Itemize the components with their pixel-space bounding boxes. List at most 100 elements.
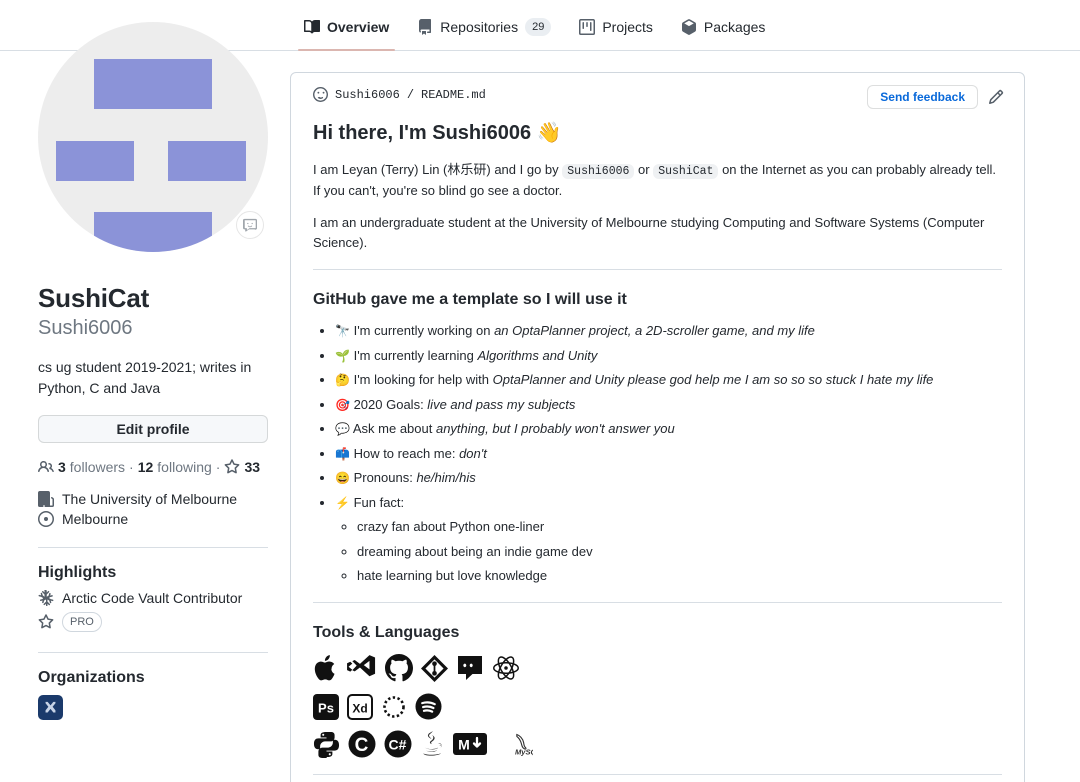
edit-profile-button[interactable]: Edit profile: [38, 414, 268, 443]
location-icon: [38, 510, 54, 527]
tab-projects-label: Projects: [602, 19, 653, 35]
bullet-emphasis: live and pass my subjects: [427, 396, 576, 412]
profile-sidebar: SushiCat Sushi6006 cs ug student 2019-20…: [38, 22, 268, 720]
following-count: 12: [137, 458, 154, 475]
list-item: dreaming about being an indie game dev: [357, 542, 1002, 562]
bullet-text: I'm currently learning: [353, 347, 478, 363]
spotify-icon: [415, 693, 442, 720]
readme-breadcrumb: Sushi6006 / README.md: [313, 87, 486, 102]
people-icon: [38, 459, 54, 475]
avatar[interactable]: [38, 22, 268, 252]
inline-code-sushicat: SushiCat: [653, 164, 719, 179]
tab-packages[interactable]: Packages: [667, 0, 779, 50]
star-icon: [224, 458, 240, 475]
bullet-text: I'm currently working on: [353, 323, 495, 339]
bullet-text: Fun fact:: [353, 494, 405, 510]
mysql-icon: MySQL: [495, 731, 533, 757]
star-icon: [38, 613, 54, 630]
svg-text:C#: C#: [389, 737, 407, 753]
readme-heading: Hi there, I'm Sushi6006 👋: [313, 122, 562, 144]
pencil-icon: [988, 89, 1004, 105]
tools-heading: Tools & Languages: [313, 623, 460, 641]
readme-header: Sushi6006 / README.md Send feedback: [291, 73, 1024, 109]
tab-overview[interactable]: Overview: [290, 0, 403, 51]
followers-label: followers: [69, 458, 126, 475]
avatar-shape-left: [56, 141, 134, 181]
sourcetree-icon: [421, 654, 448, 682]
svg-text:Ps: Ps: [318, 700, 334, 715]
edit-readme-button[interactable]: [988, 89, 1004, 105]
readme-slash: /: [406, 87, 415, 102]
github-icon: [385, 654, 413, 682]
smiley-icon: [313, 87, 328, 102]
tab-repositories[interactable]: Repositories 29: [403, 0, 565, 50]
highlight-arctic-vault[interactable]: Arctic Code Vault Contributor: [38, 589, 268, 606]
csharp-icon: C#: [384, 730, 412, 758]
list-item: hate learning but love knowledge: [357, 566, 1002, 586]
sidebar-divider-2: [38, 651, 268, 653]
readme-paragraph-1: I am Leyan (Terry) Lin (林乐研) and I go by…: [313, 160, 1002, 201]
tab-packages-label: Packages: [703, 19, 766, 35]
avatar-shape-top: [94, 59, 212, 109]
list-item: 🔭 I'm currently working on an OptaPlanne…: [335, 321, 1002, 341]
zap-icon: ⚡: [335, 495, 350, 510]
bullet-text: I'm looking for help with: [353, 372, 493, 388]
readme-owner[interactable]: Sushi6006: [335, 88, 400, 102]
readme-paragraph-2: I am an undergraduate student at the Uni…: [313, 214, 985, 251]
tab-repositories-label: Repositories: [440, 19, 519, 35]
profile-bio: cs ug student 2019-2021; writes in Pytho…: [38, 358, 252, 396]
list-item: 🌱 I'm currently learning Algorithms and …: [335, 346, 1002, 366]
avatar-shape-right: [168, 141, 246, 181]
avatar-shape-bottom: [94, 212, 212, 252]
speech-balloon-icon: 💬: [335, 422, 350, 437]
highlights-title: Highlights: [38, 563, 117, 581]
repo-icon: [417, 19, 433, 35]
svg-text:MySQL: MySQL: [515, 748, 533, 757]
arctic-vault-icon: [38, 589, 54, 606]
svg-text:C: C: [355, 735, 369, 756]
package-icon: [681, 19, 697, 35]
list-item: 🤔 I'm looking for help with OptaPlanner …: [335, 370, 1002, 390]
telescope-icon: 🔭: [335, 324, 350, 339]
bullet-text: How to reach me:: [353, 445, 460, 461]
java-icon: [420, 730, 445, 758]
list-item: 📫 How to reach me: don't: [335, 444, 1002, 464]
para1-part-b: or: [638, 162, 650, 177]
github-profile-page: Overview Repositories 29 Projects Packag…: [0, 0, 1080, 782]
pro-badge: PRO: [62, 611, 102, 632]
seedling-icon: 🌱: [335, 348, 350, 363]
bullet-emphasis: don't: [459, 445, 487, 461]
highlight-pro[interactable]: PRO: [38, 611, 268, 632]
organization-avatar[interactable]: [38, 694, 63, 720]
inline-code-sushi6006: Sushi6006: [562, 164, 635, 179]
set-status-button[interactable]: [236, 211, 264, 239]
readme-card: Sushi6006 / README.md Send feedback Hi t…: [290, 72, 1025, 782]
company-row: The University of Melbourne: [38, 490, 268, 507]
send-feedback-button[interactable]: Send feedback: [867, 85, 978, 109]
readme-body: Hi there, I'm Sushi6006 👋 I am Leyan (Te…: [291, 102, 1024, 782]
bullet-text: 2020 Goals:: [353, 396, 428, 412]
list-item: 💬 Ask me about anything, but I probably …: [335, 419, 1002, 439]
list-item: 🎯 2020 Goals: live and pass my subjects: [335, 395, 1002, 415]
location-label: Melbourne: [62, 510, 129, 527]
para1-part-a: I am Leyan (Terry) Lin (林乐研) and I go by: [313, 162, 559, 177]
stats-separator-1: ·: [129, 458, 134, 475]
stars-link[interactable]: 33: [224, 459, 260, 475]
vscode-icon: [347, 654, 377, 682]
tools-row-2: Ps Xd: [313, 693, 1002, 720]
tab-overview-label: Overview: [327, 19, 390, 35]
tools-row-3: C C# M MySQL: [313, 730, 1002, 758]
readme-filename[interactable]: README.md: [421, 88, 486, 102]
bullet-emphasis: anything, but I probably won't answer yo…: [435, 421, 675, 437]
following-link[interactable]: 12 following: [138, 459, 212, 475]
list-item: crazy fan about Python one-liner: [357, 517, 1002, 537]
highlight-arctic-label: Arctic Code Vault Contributor: [62, 589, 243, 606]
followers-link[interactable]: 3 followers: [38, 459, 125, 475]
procreate-icon: [381, 694, 407, 720]
company-label: The University of Melbourne: [62, 490, 238, 507]
list-item: 😄 Pronouns: he/him/his: [335, 468, 1002, 488]
atom-icon: [492, 654, 520, 682]
activities-heading: Recent Activities: [313, 775, 1002, 782]
following-label: following: [157, 458, 212, 475]
tab-projects[interactable]: Projects: [565, 0, 667, 50]
